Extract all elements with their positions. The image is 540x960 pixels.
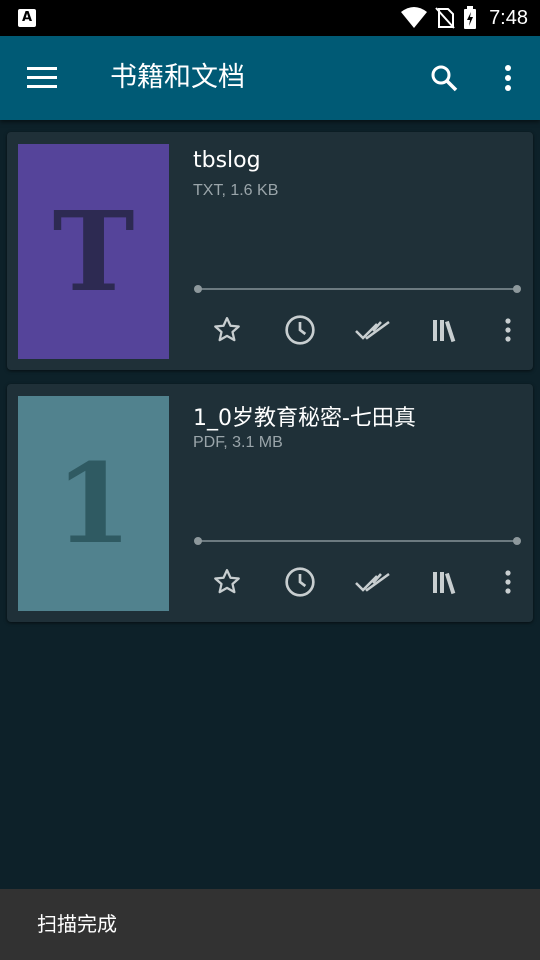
- snackbar-message: 扫描完成: [37, 912, 117, 936]
- progress-start-dot: [194, 537, 202, 545]
- library-button[interactable]: [423, 308, 467, 352]
- book-title[interactable]: tbslog: [193, 148, 261, 173]
- cover-letter: T: [52, 187, 135, 316]
- app-notification-icon: A: [18, 9, 36, 27]
- progress-start-dot: [194, 285, 202, 293]
- battery-charging-icon: [464, 6, 477, 29]
- more-vert-icon: [505, 318, 511, 342]
- book-cover[interactable]: T: [18, 144, 169, 359]
- done-all-icon: [355, 572, 390, 592]
- book-actions: [193, 308, 533, 352]
- mark-read-button[interactable]: [351, 308, 395, 352]
- cover-letter: 1: [55, 439, 132, 568]
- favorite-button[interactable]: [205, 560, 249, 604]
- star-icon: [214, 569, 240, 594]
- search-icon: [431, 65, 458, 92]
- book-meta: TXT, 1.6 KB: [193, 182, 279, 199]
- page-title: 书籍和文档: [110, 62, 245, 93]
- progress-end-dot: [513, 537, 521, 545]
- clock-icon: [285, 315, 315, 345]
- clock: 7:48: [489, 6, 528, 29]
- app-toolbar: 书籍和文档: [0, 36, 540, 120]
- overflow-menu-button[interactable]: [480, 50, 536, 106]
- book-more-button[interactable]: [486, 560, 530, 604]
- book-more-button[interactable]: [486, 308, 530, 352]
- library-books-icon: [433, 572, 456, 595]
- book-title[interactable]: 1_0岁教育秘密-七田真: [193, 400, 416, 432]
- book-card[interactable]: T tbslog TXT, 1.6 KB: [7, 132, 533, 370]
- recent-button[interactable]: [278, 308, 322, 352]
- more-vert-icon: [505, 570, 511, 594]
- library-button[interactable]: [423, 560, 467, 604]
- book-meta: PDF, 3.1 MB: [193, 434, 283, 451]
- done-all-icon: [355, 320, 390, 340]
- book-cover[interactable]: 1: [18, 396, 169, 611]
- star-icon: [214, 317, 240, 342]
- reading-progress-bar: [194, 537, 521, 545]
- recent-button[interactable]: [278, 560, 322, 604]
- search-button[interactable]: [416, 50, 472, 106]
- favorite-button[interactable]: [205, 308, 249, 352]
- clock-icon: [285, 567, 315, 597]
- snackbar: 扫描完成: [0, 889, 540, 960]
- no-sim-icon: [435, 7, 455, 29]
- status-icons: 7:48: [401, 0, 528, 36]
- menu-button[interactable]: [14, 50, 70, 106]
- library-books-icon: [433, 320, 456, 343]
- reading-progress-bar: [194, 285, 521, 293]
- hamburger-menu-icon: [27, 67, 57, 88]
- book-card[interactable]: 1 1_0岁教育秘密-七田真 PDF, 3.1 MB: [7, 384, 533, 622]
- wifi-icon: [401, 7, 428, 28]
- more-vert-icon: [505, 65, 511, 91]
- mark-read-button[interactable]: [351, 560, 395, 604]
- status-bar: A 7:48: [0, 0, 540, 36]
- book-actions: [193, 560, 533, 604]
- progress-end-dot: [513, 285, 521, 293]
